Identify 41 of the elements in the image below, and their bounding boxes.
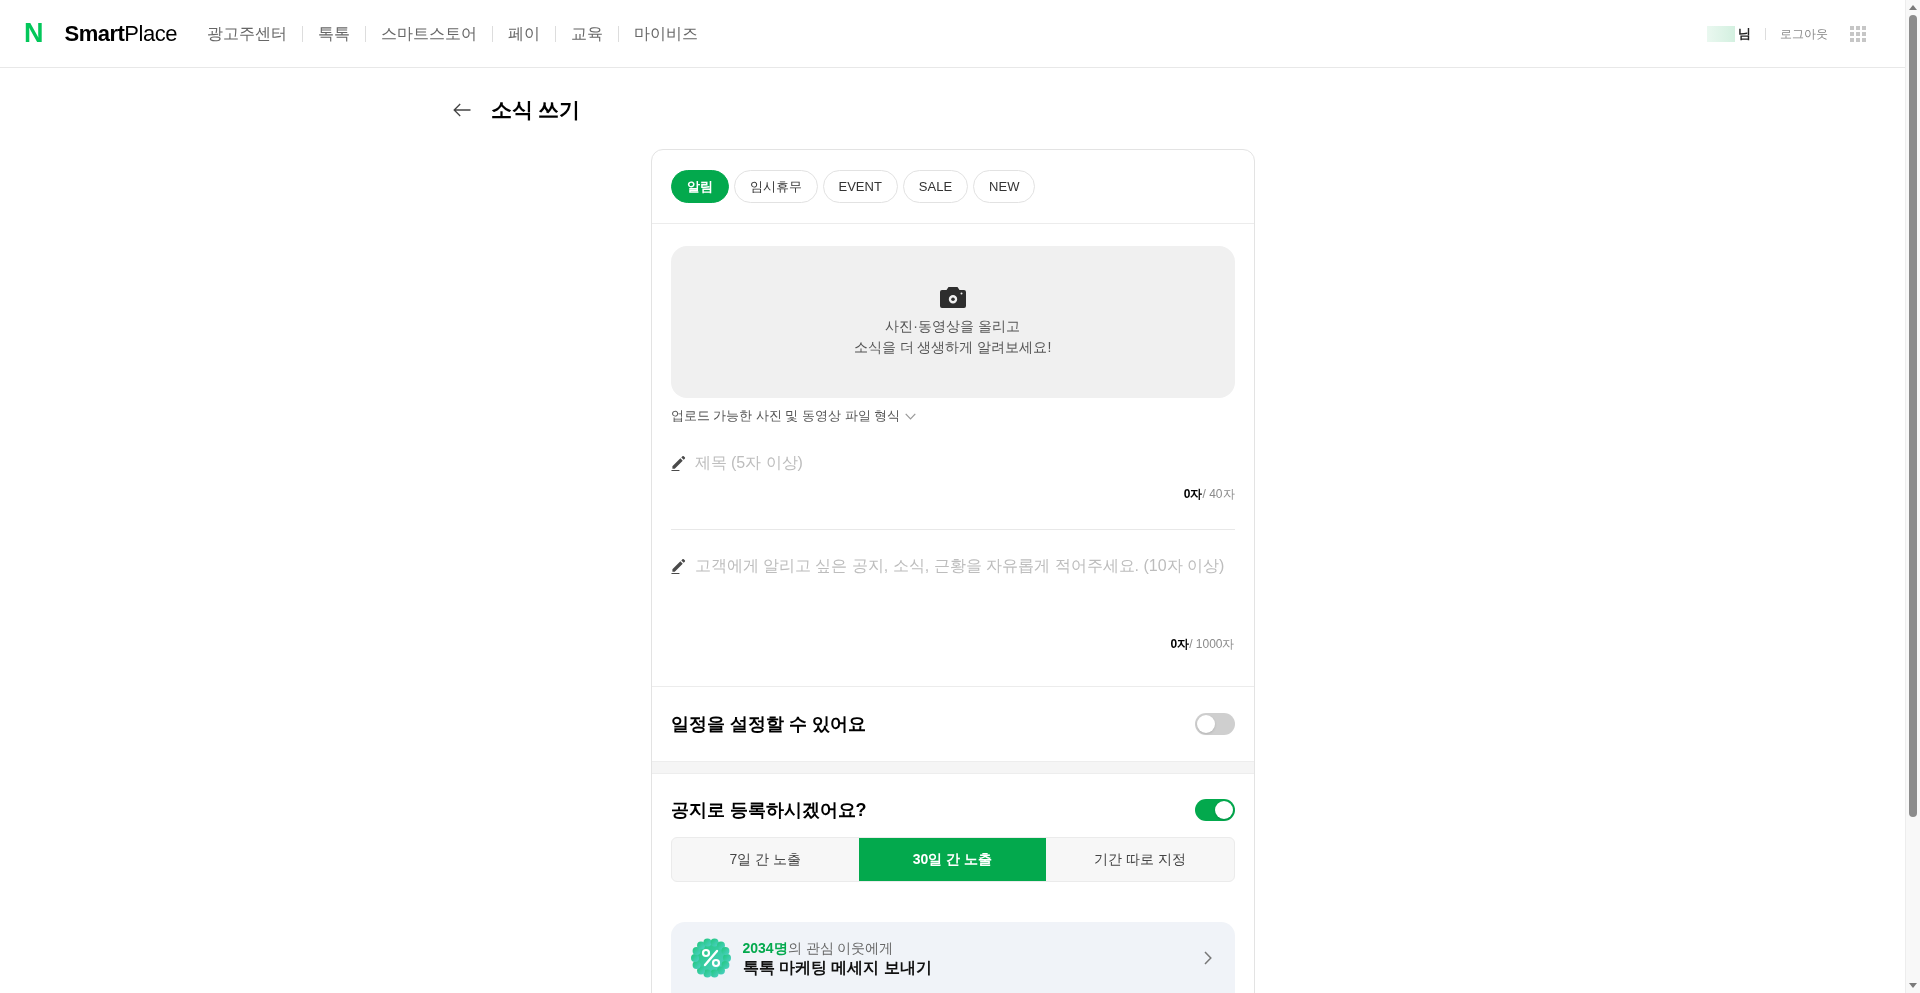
user-suffix: 님 bbox=[1738, 24, 1751, 43]
percent-badge-icon bbox=[690, 938, 731, 978]
character-counter: 0자/ 1000자 bbox=[1170, 636, 1235, 652]
nav-link[interactable]: 교육 bbox=[570, 21, 603, 46]
category-tab[interactable]: 임시휴무 bbox=[733, 170, 818, 203]
nav-link[interactable]: 광고주센터 bbox=[206, 21, 287, 46]
nav-link[interactable]: 톡톡 bbox=[317, 21, 350, 46]
schedule-label: 일정을 설정할 수 있어요 bbox=[670, 712, 866, 736]
page-title: 소식 쓰기 bbox=[490, 97, 581, 124]
logout-link[interactable]: 로그아웃 bbox=[1780, 24, 1828, 43]
toggle-switch[interactable] bbox=[1194, 713, 1235, 735]
scrollbar[interactable] bbox=[1905, 0, 1920, 993]
arrow-left-icon bbox=[452, 103, 471, 117]
category-tab[interactable]: NEW bbox=[973, 170, 1036, 203]
scrollbar-thumb[interactable] bbox=[1909, 15, 1917, 817]
chevron-down-icon bbox=[905, 412, 917, 420]
back-button[interactable] bbox=[452, 103, 471, 117]
chevron-right-icon bbox=[1203, 951, 1212, 965]
nav-link[interactable]: 페이 bbox=[507, 21, 540, 46]
marketing-message-button[interactable]: 2034명의 관심 이웃에게 톡톡 마케팅 메세지 보내기 bbox=[690, 938, 1215, 978]
notice-label: 공지로 등록하시겠어요? bbox=[670, 798, 867, 822]
pencil-icon bbox=[670, 558, 686, 574]
category-tab[interactable]: EVENT bbox=[822, 170, 898, 203]
nav-link[interactable]: 마이비즈 bbox=[633, 21, 698, 46]
nav-link[interactable]: 스마트스토어 bbox=[380, 21, 477, 46]
caret-up-icon bbox=[1909, 5, 1917, 10]
title-input[interactable]: 제목 (5자 이상) bbox=[694, 451, 1235, 475]
category-tab[interactable]: SALE bbox=[902, 170, 969, 203]
toggle-switch[interactable] bbox=[1194, 799, 1235, 821]
period-option[interactable]: 기간 따로 지정 bbox=[1046, 838, 1234, 881]
logo-text: SmartPlace bbox=[64, 22, 177, 45]
character-counter: 0자/ 40자 bbox=[1183, 486, 1235, 502]
name-mask bbox=[1707, 25, 1735, 42]
grid-icon[interactable] bbox=[1850, 25, 1866, 42]
camera-icon bbox=[939, 286, 966, 308]
period-option[interactable]: 7일 간 노출 bbox=[671, 838, 859, 881]
caret-down-icon bbox=[1909, 983, 1917, 988]
pencil-icon bbox=[670, 455, 686, 471]
upload-area[interactable]: 사진·동영상을 올리고 소식을 더 생생하게 알려보세요! bbox=[670, 246, 1235, 398]
file-format-link[interactable]: 업로드 가능한 사진 및 동영상 파일 형식 bbox=[670, 407, 917, 425]
content-textarea[interactable]: 고객에게 알리고 싶은 공지, 소식, 근황을 자유롭게 적어주세요. (10자 이상) bbox=[694, 554, 1235, 627]
